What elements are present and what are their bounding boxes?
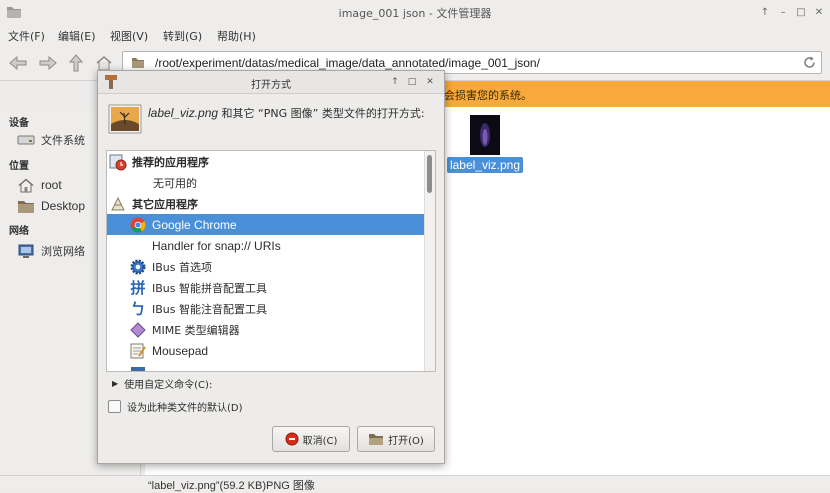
app-item-ibus-preferences[interactable]: IBus 首选项 [107, 256, 435, 277]
menu-view[interactable]: 视图(V) [110, 28, 148, 44]
app-name: Google Chrome [152, 217, 237, 232]
open-with-dialog: 打开方式 ↑ □ ✕ label_viz.png 和其它 “PNG 图像” 类型… [97, 70, 445, 464]
path-text: /root/experiment/datas/medical_image/dat… [155, 56, 540, 70]
dialog-up-button[interactable]: ↑ [388, 75, 402, 89]
zhuyin-icon: ㄅ [130, 300, 146, 318]
up-button[interactable] [64, 51, 88, 75]
sidebar-item-label: 文件系统 [41, 134, 85, 147]
file-item[interactable]: label_viz.png [445, 115, 525, 173]
other-apps-label: 其它应用程序 [132, 197, 198, 211]
back-button[interactable] [6, 51, 30, 75]
sidebar-item-label: root [41, 178, 62, 192]
expander-arrow-icon: ▶ [112, 379, 119, 388]
forward-arrow-icon [39, 56, 57, 70]
reload-icon[interactable] [802, 55, 817, 70]
application-list[interactable]: 推荐的应用程序 无可用的 其它应用程序 Google Chrome Handle… [106, 150, 436, 372]
custom-command-label: 使用自定义命令(C): [124, 380, 213, 391]
back-arrow-icon [9, 56, 27, 70]
window-title: image_001 json - 文件管理器 [338, 7, 492, 20]
window-up-button[interactable]: ↑ [757, 4, 773, 20]
cancel-button[interactable]: 取消(C) [272, 426, 350, 452]
app-item-mousepad[interactable]: Mousepad [107, 340, 435, 361]
set-default-label: 设为此种类文件的默认(D) [127, 403, 243, 414]
drive-icon [17, 134, 35, 146]
partial-app-icon [129, 363, 147, 371]
menu-file[interactable]: 文件(F) [8, 28, 45, 44]
home-icon [17, 178, 35, 193]
home-icon [96, 56, 112, 71]
sidebar-heading-network: 网络 [9, 226, 29, 237]
app-item-snap-handler[interactable]: Handler for snap:// URIs [107, 235, 435, 256]
pinyin-icon: 拼 [130, 279, 146, 297]
no-recommended-apps: 无可用的 [107, 172, 435, 193]
dialog-close-button[interactable]: ✕ [423, 75, 437, 89]
app-name: IBus 首选项 [152, 260, 212, 274]
app-item-mime-editor[interactable]: MIME 类型编辑器 [107, 319, 435, 340]
cancel-label: 取消(C) [302, 435, 338, 447]
gear-icon [129, 258, 147, 276]
window-maximize-button[interactable]: □ [793, 4, 809, 20]
app-item-ibus-pinyin[interactable]: 拼 IBus 智能拼音配置工具 [107, 277, 435, 298]
app-name: IBus 智能拼音配置工具 [152, 281, 267, 295]
no-apps-label: 无可用的 [153, 176, 197, 190]
app-item-partial[interactable] [107, 361, 435, 371]
folder-icon [17, 199, 35, 214]
app-name: IBus 智能注音配置工具 [152, 302, 267, 316]
window-minimize-button[interactable]: – [775, 4, 791, 20]
menu-bar: 文件(F) 编辑(E) 视图(V) 转到(G) 帮助(H) [0, 24, 830, 46]
mousepad-icon [129, 342, 147, 360]
image-file-icon [108, 104, 142, 134]
custom-command-expander[interactable]: ▶ 使用自定义命令(C): [112, 376, 212, 391]
dialog-file-name: label_viz.png [148, 106, 219, 120]
other-apps-header: 其它应用程序 [107, 193, 427, 214]
sidebar-item-label: Desktop [41, 199, 86, 213]
recommended-apps-icon [109, 153, 127, 171]
window-titlebar: image_001 json - 文件管理器 ↑ – □ ✕ [0, 0, 830, 25]
app-item-ibus-zhuyin[interactable]: ㄅ IBus 智能注音配置工具 [107, 298, 435, 319]
menu-go[interactable]: 转到(G) [163, 28, 202, 44]
sidebar-heading-places: 位置 [9, 161, 29, 172]
up-arrow-icon [69, 54, 83, 72]
recommended-apps-label: 推荐的应用程序 [132, 155, 209, 169]
warning-message: 会损害您的系统。 [444, 89, 532, 102]
forward-button[interactable] [36, 51, 60, 75]
recommended-apps-header: 推荐的应用程序 [107, 151, 427, 172]
app-name: Mousepad [152, 343, 209, 358]
other-apps-icon [109, 195, 127, 213]
scrollbar-thumb[interactable] [427, 155, 432, 193]
dialog-titlebar: 打开方式 ↑ □ ✕ [98, 71, 444, 94]
dialog-description: label_viz.png 和其它 “PNG 图像” 类型文件的打开方式: [148, 106, 433, 121]
network-icon [17, 244, 35, 259]
dialog-header: label_viz.png 和其它 “PNG 图像” 类型文件的打开方式: [108, 104, 438, 140]
mime-icon [129, 321, 147, 339]
application-list-scrollbar[interactable] [424, 151, 435, 371]
file-name-label: label_viz.png [446, 157, 524, 173]
menu-help[interactable]: 帮助(H) [217, 28, 256, 44]
set-default-checkbox-row[interactable]: 设为此种类文件的默认(D) [108, 399, 243, 414]
status-text: “label_viz.png”(59.2 KB)PNG 图像 [148, 480, 315, 492]
dialog-description-text: 和其它 “PNG 图像” 类型文件的打开方式: [218, 107, 425, 120]
sidebar-heading-devices: 设备 [9, 118, 29, 129]
cancel-icon [285, 432, 299, 446]
menu-edit[interactable]: 编辑(E) [58, 28, 96, 44]
open-label: 打开(O) [388, 435, 424, 447]
dialog-maximize-button[interactable]: □ [405, 75, 419, 89]
file-thumbnail [470, 115, 500, 155]
set-default-checkbox[interactable] [108, 400, 121, 413]
open-folder-icon [368, 432, 384, 446]
chrome-icon [129, 216, 147, 234]
folder-icon [131, 56, 145, 69]
app-name: Handler for snap:// URIs [152, 238, 281, 253]
app-item-google-chrome[interactable]: Google Chrome [107, 214, 435, 235]
sidebar-item-label: 浏览网络 [41, 245, 85, 258]
app-name: MIME 类型编辑器 [152, 323, 240, 337]
window-close-button[interactable]: ✕ [811, 4, 827, 20]
status-bar: “label_viz.png”(59.2 KB)PNG 图像 [0, 475, 830, 492]
open-button[interactable]: 打开(O) [357, 426, 435, 452]
